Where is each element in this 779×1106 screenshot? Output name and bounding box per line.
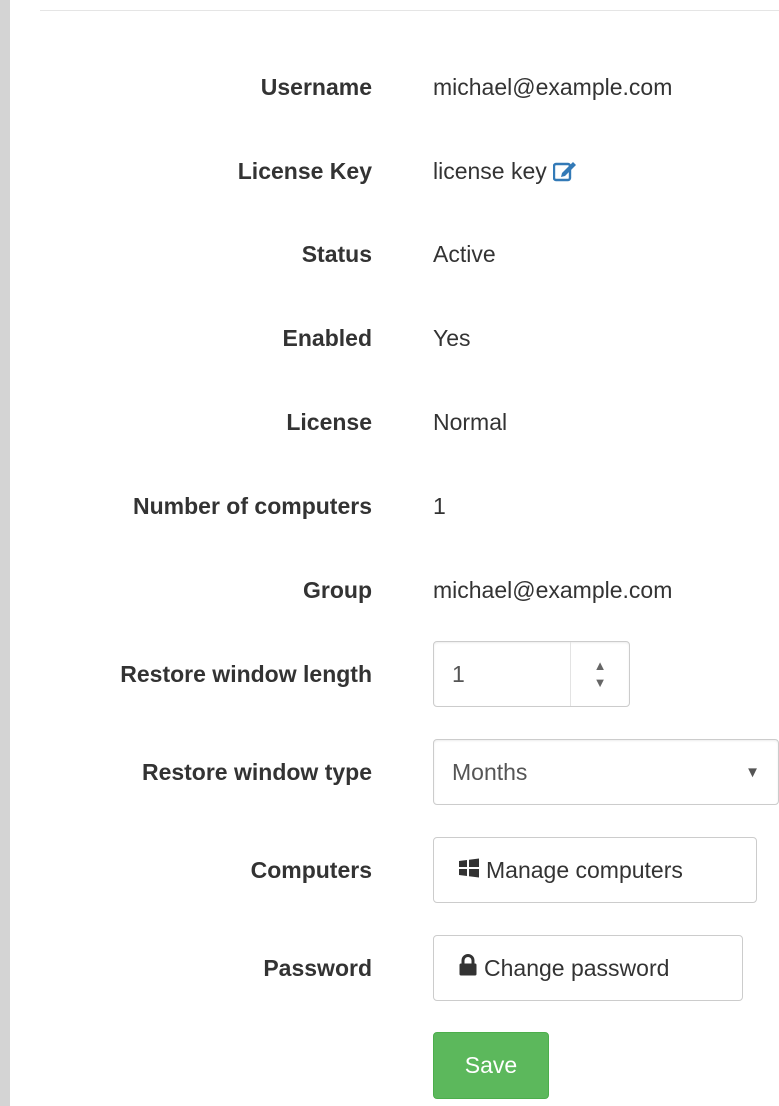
license-label: License <box>286 408 372 435</box>
license-key-label: License Key <box>237 157 372 184</box>
row-number-of-computers: Number of computers 1 <box>0 484 779 528</box>
row-computers: Computers Manage computers <box>0 837 779 903</box>
restore-window-length-input[interactable]: 1 <box>434 661 570 688</box>
lock-icon <box>458 954 478 982</box>
group-value: michael@example.com <box>433 576 673 603</box>
row-restore-window-type: Restore window type Months ▼ <box>0 739 779 805</box>
row-restore-window-length: Restore window length 1 ▲ ▼ <box>0 641 779 707</box>
caret-down-icon: ▼ <box>745 763 760 781</box>
status-label: Status <box>301 240 372 267</box>
enabled-label: Enabled <box>282 324 372 351</box>
stepper-arrows: ▲ ▼ <box>570 642 629 706</box>
password-label: Password <box>263 954 372 981</box>
change-password-label: Change password <box>484 954 670 981</box>
row-password: Password Change password <box>0 935 779 1001</box>
restore-window-type-label: Restore window type <box>141 758 372 785</box>
computers-label: Computers <box>250 856 372 883</box>
username-value: michael@example.com <box>433 73 673 100</box>
license-key-text: license key <box>433 157 547 184</box>
row-enabled: Enabled Yes <box>0 316 779 360</box>
manage-computers-label: Manage computers <box>486 856 683 883</box>
manage-computers-button[interactable]: Manage computers <box>433 837 757 903</box>
restore-window-length-stepper[interactable]: 1 ▲ ▼ <box>433 641 630 707</box>
save-button[interactable]: Save <box>433 1032 549 1099</box>
number-of-computers-label: Number of computers <box>133 492 372 519</box>
restore-window-length-label: Restore window length <box>120 660 372 687</box>
windows-icon <box>458 857 480 884</box>
username-label: Username <box>260 73 372 100</box>
account-form: Username michael@example.com License Key… <box>0 0 779 1106</box>
group-label: Group <box>303 576 372 603</box>
row-license: License Normal <box>0 400 779 444</box>
restore-window-type-select[interactable]: Months ▼ <box>433 739 779 805</box>
number-of-computers-value: 1 <box>433 492 446 519</box>
chevron-down-icon[interactable]: ▼ <box>594 676 607 689</box>
edit-icon[interactable] <box>552 160 577 182</box>
chevron-up-icon[interactable]: ▲ <box>594 659 607 672</box>
change-password-button[interactable]: Change password <box>433 935 743 1001</box>
row-status: Status Active <box>0 232 779 276</box>
license-value: Normal <box>433 408 508 435</box>
restore-window-type-selected: Months <box>452 758 528 785</box>
status-value: Active <box>433 240 496 267</box>
row-username: Username michael@example.com <box>0 65 779 109</box>
row-group: Group michael@example.com <box>0 568 779 612</box>
license-key-value: license key <box>433 158 577 185</box>
enabled-value: Yes <box>433 324 471 351</box>
row-license-key: License Key license key <box>0 149 779 193</box>
row-save: Save <box>0 1032 779 1099</box>
